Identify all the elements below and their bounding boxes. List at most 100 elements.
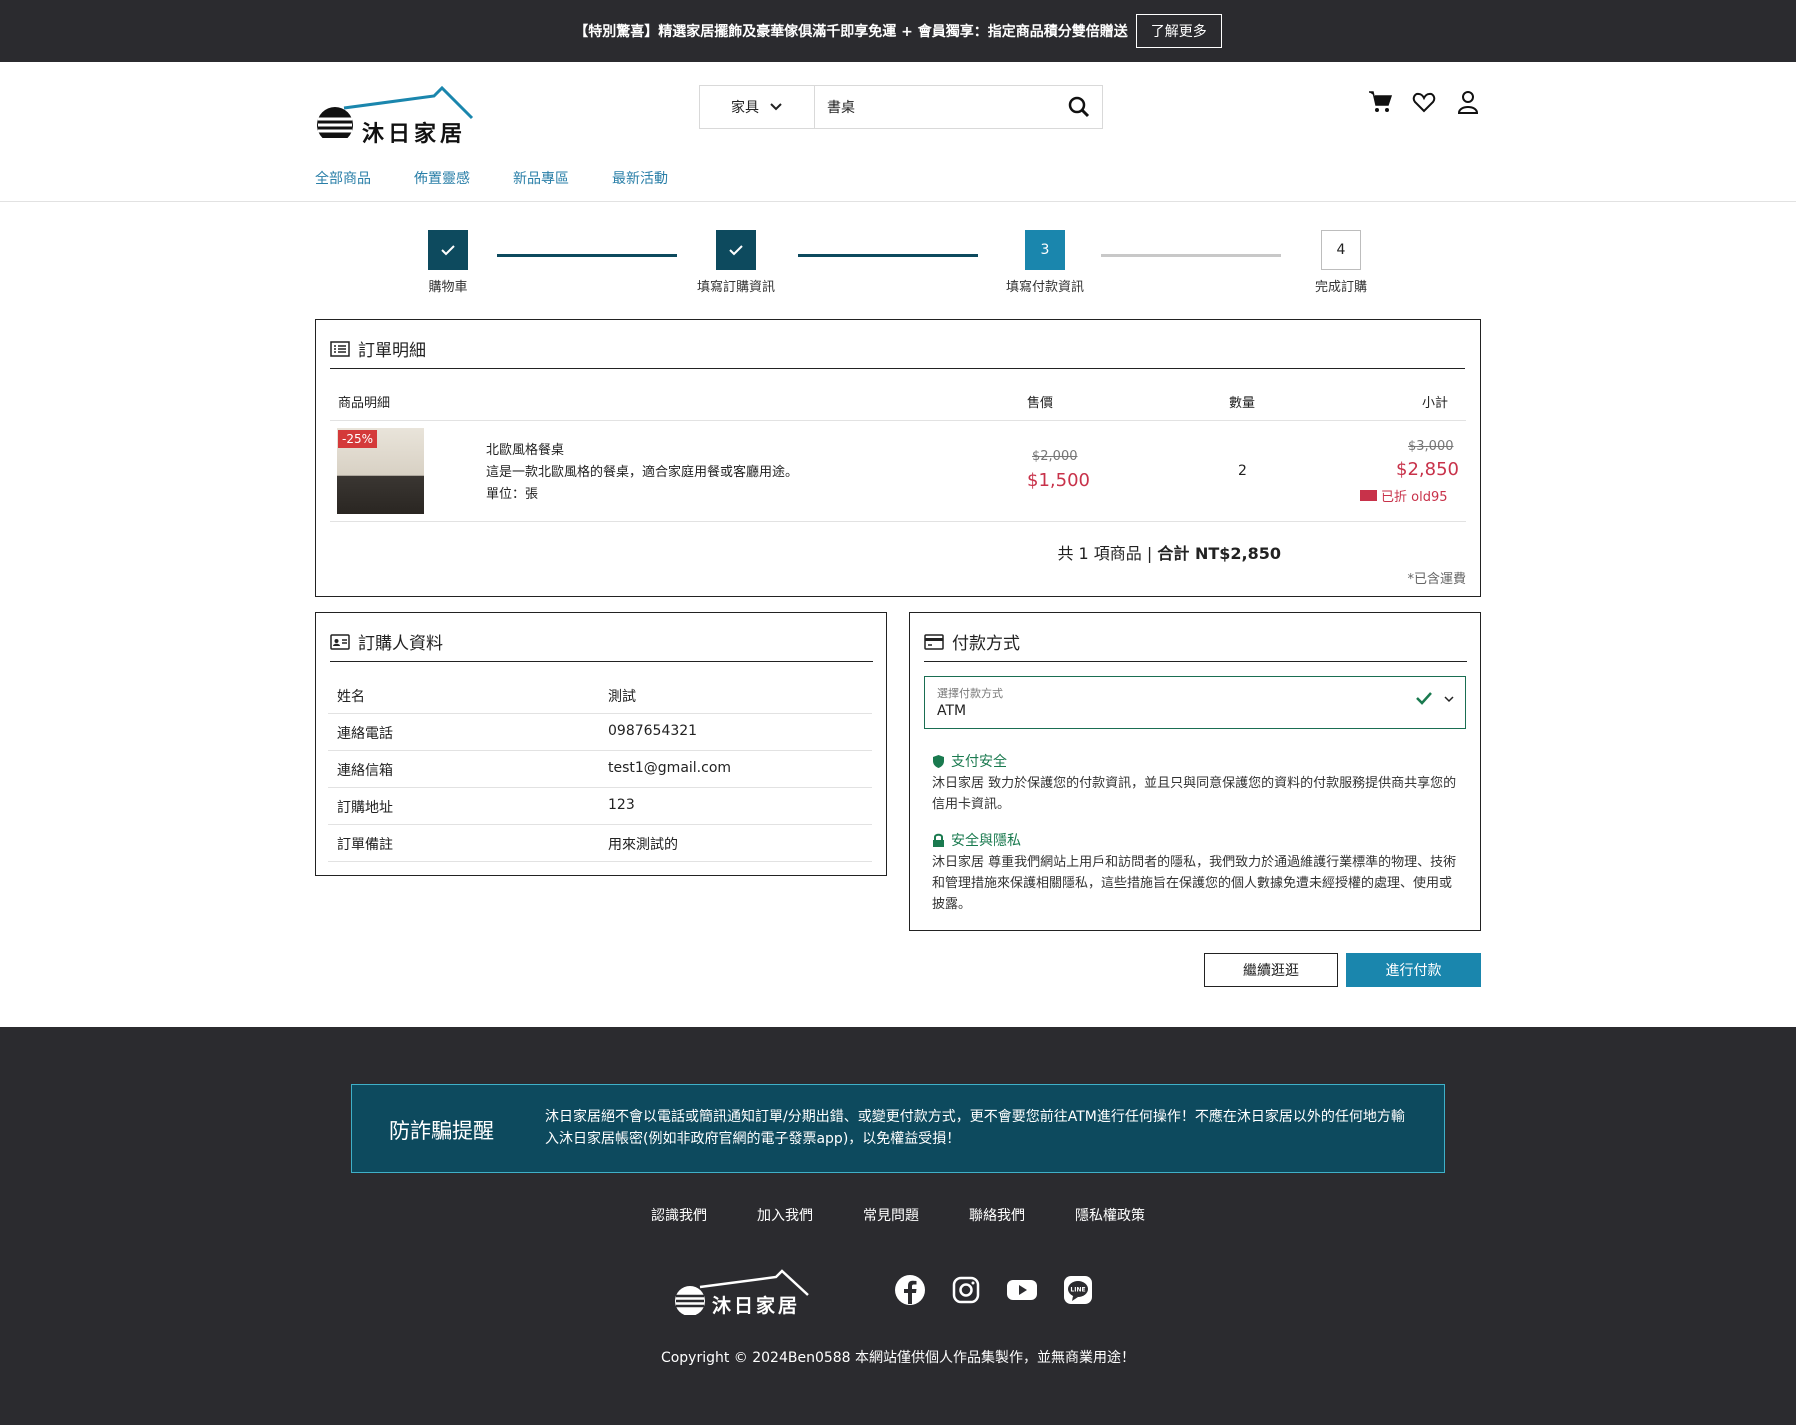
footer-link-about[interactable]: 認識我們 — [651, 1205, 707, 1225]
nav-latest-events[interactable]: 最新活動 — [612, 168, 668, 188]
col-header-subtotal: 小計 — [1422, 396, 1449, 411]
stepper-line-3 — [1101, 254, 1281, 257]
payment-title: 付款方式 — [924, 629, 1020, 654]
subtotal-original: $3,000 — [1408, 439, 1454, 454]
footer-link-privacy[interactable]: 隱私權政策 — [1075, 1205, 1145, 1225]
divider — [330, 661, 873, 662]
step-done-check-icon — [428, 230, 468, 270]
nav-new-arrivals[interactable]: 新品專區 — [513, 168, 569, 188]
step-complete: 4 完成訂購 — [1281, 230, 1401, 295]
product-thumbnail[interactable]: -25% — [337, 428, 424, 514]
footer-links: 認識我們 加入我們 常見問題 聯絡我們 隱私權政策 — [0, 1205, 1796, 1225]
footer-logo-text: 沐日家居 — [712, 1295, 801, 1317]
coupon-text: 已折 old95 — [1381, 490, 1448, 505]
product-name[interactable]: 北歐風格餐桌 — [486, 440, 798, 462]
info-row-address: 訂購地址 123 — [328, 788, 872, 825]
step-label: 購物車 — [428, 280, 468, 295]
col-header-qty: 數量 — [1229, 396, 1256, 411]
divider — [330, 368, 1465, 369]
lock-icon — [933, 833, 944, 847]
shipping-note: *已含運費 — [1407, 572, 1466, 587]
step-done-check-icon — [716, 230, 756, 270]
announcement-text: 【特別驚喜】精選家居擺飾及豪華傢俱滿千即享免運 + 會員獨享：指定商品積分雙倍贈… — [574, 24, 1128, 40]
valid-check-icon — [1416, 692, 1432, 705]
search-button[interactable] — [1056, 86, 1102, 128]
step-label: 完成訂購 — [1314, 280, 1367, 295]
search-icon — [1068, 96, 1090, 118]
copyright-text: Copyright © 2024Ben0588 本網站僅供個人作品集製作，並無商… — [660, 1350, 1136, 1366]
order-total: 合計 NT$2,850 — [1157, 544, 1281, 563]
site-footer: 防詐騙提醒 沐日家居絕不會以電話或簡訊通知訂單/分期出錯、或變更付款方式，更不會… — [0, 1027, 1796, 1425]
main-nav: 全部商品 佈置靈感 新品專區 最新活動 — [315, 168, 668, 188]
item-count: 共 1 項商品 | — [1057, 544, 1158, 563]
order-totals: 共 1 項商品 | 合計 NT$2,850 — [1057, 540, 1281, 564]
footer-link-join[interactable]: 加入我們 — [757, 1205, 813, 1225]
product-description: 這是一款北歐風格的餐桌，適合家庭用餐或客廳用途。 — [486, 465, 799, 480]
footer-logo[interactable]: 沐日家居 — [672, 1265, 812, 1317]
logo-text: 沐日家居 — [362, 122, 467, 147]
footer-link-contact[interactable]: 聯絡我們 — [969, 1205, 1025, 1225]
payment-title-text: 付款方式 — [952, 634, 1020, 654]
nav-inspiration[interactable]: 佈置靈感 — [414, 168, 470, 188]
payment-method-select[interactable]: 選擇付款方式 ATM — [924, 676, 1466, 729]
svg-text:LINE: LINE — [1070, 1287, 1085, 1294]
security-body: 沐日家居 致力於保護您的付款資訊，並且只與同意保護您的資料的付款服務提供商共享您… — [932, 776, 1457, 812]
header-icons — [1368, 90, 1480, 114]
instagram-icon[interactable] — [950, 1274, 982, 1306]
footer-link-faq[interactable]: 常見問題 — [863, 1205, 919, 1225]
table-divider — [330, 420, 1466, 421]
search-category-label: 家具 — [731, 100, 759, 116]
info-value: 123 — [608, 797, 635, 813]
product-info: 北歐風格餐桌 這是一款北歐風格的餐桌，適合家庭用餐或客廳用途。 單位：張 — [486, 440, 798, 506]
stepper-line-1 — [497, 254, 677, 257]
info-label: 連絡信箱 — [337, 763, 393, 779]
facebook-icon[interactable] — [894, 1274, 926, 1306]
step-number: 4 — [1321, 230, 1361, 270]
social-links: LINE — [894, 1274, 1094, 1306]
search-bar: 家具 — [699, 85, 1103, 129]
discount-badge: -25% — [338, 430, 378, 448]
continue-shopping-button[interactable]: 繼續逛逛 — [1204, 953, 1338, 987]
payment-select-value: ATM — [937, 703, 967, 719]
line-icon[interactable]: LINE — [1062, 1274, 1094, 1306]
security-title: 支付安全 — [932, 751, 1007, 771]
shield-icon — [933, 754, 944, 768]
privacy-body: 沐日家居 尊重我們網站上用戶和訪問者的隱私，我們致力於通過維護行業標準的物理、技… — [932, 855, 1457, 912]
list-icon — [330, 340, 350, 357]
privacy-title: 安全與隱私 — [932, 830, 1021, 850]
order-details-title-text: 訂單明細 — [358, 341, 426, 361]
coupon-applied: 已折 old95 — [1360, 486, 1448, 505]
fraud-warning-text: 沐日家居絕不會以電話或簡訊通知訂單/分期出錯、或變更付款方式，更不會要您前往AT… — [545, 1109, 1405, 1147]
fraud-warning: 防詐騙提醒 沐日家居絕不會以電話或簡訊通知訂單/分期出錯、或變更付款方式，更不會… — [351, 1084, 1445, 1173]
quantity-value: 2 — [1238, 463, 1247, 479]
price-original: $2,000 — [1032, 449, 1078, 464]
site-logo[interactable]: 沐日家居 — [314, 78, 474, 147]
divider — [924, 661, 1467, 662]
nav-all-products[interactable]: 全部商品 — [315, 168, 371, 188]
youtube-icon[interactable] — [1006, 1274, 1038, 1306]
info-label: 姓名 — [337, 689, 365, 705]
proceed-payment-button[interactable]: 進行付款 — [1346, 953, 1481, 987]
buyer-info-title-text: 訂購人資料 — [358, 634, 443, 654]
buyer-info-title: 訂購人資料 — [330, 629, 443, 654]
subtotal-discounted: $2,850 — [1396, 459, 1459, 480]
info-row-email: 連絡信箱 test1@gmail.com — [328, 751, 872, 788]
heart-icon[interactable] — [1412, 90, 1436, 114]
stepper-line-2 — [798, 254, 978, 257]
step-payment-info: 3 填寫付款資訊 — [985, 230, 1105, 295]
search-category-select[interactable]: 家具 — [700, 86, 815, 128]
info-row-phone: 連絡電話 0987654321 — [328, 714, 872, 751]
credit-card-icon — [924, 633, 944, 650]
fraud-warning-title: 防詐騙提醒 — [389, 1119, 494, 1143]
user-icon[interactable] — [1456, 90, 1480, 114]
chevron-down-icon — [770, 103, 782, 111]
step-order-info: 填寫訂購資訊 — [676, 230, 796, 295]
price-sale: $1,500 — [1027, 470, 1090, 491]
learn-more-button[interactable]: 了解更多 — [1135, 14, 1222, 48]
info-value: 測試 — [608, 689, 636, 705]
info-value: 0987654321 — [608, 723, 698, 739]
search-input[interactable] — [815, 86, 1056, 128]
id-card-icon — [330, 633, 350, 650]
info-label: 訂購地址 — [337, 800, 393, 816]
cart-icon[interactable] — [1368, 90, 1392, 114]
